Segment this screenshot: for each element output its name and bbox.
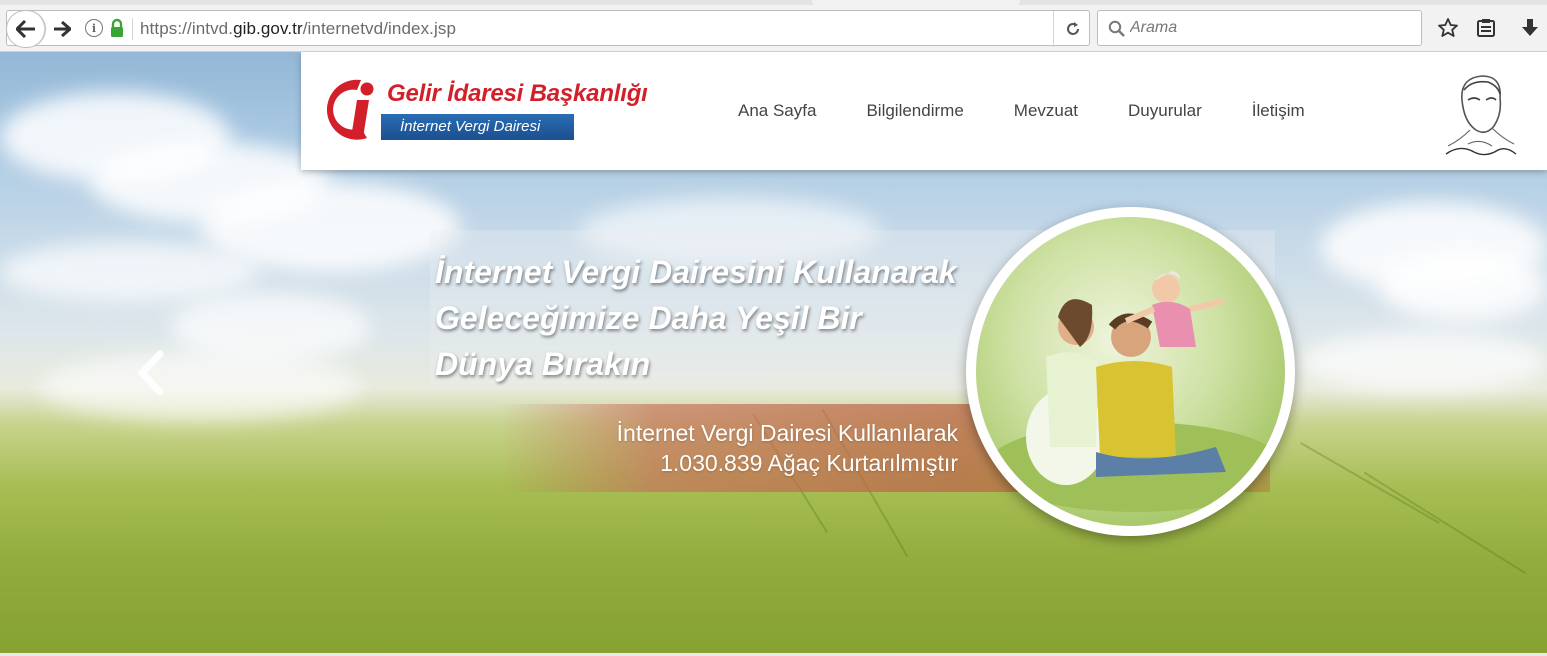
- nav-bilgilendirme[interactable]: Bilgilendirme: [866, 101, 963, 121]
- ataturk-portrait-icon: [1445, 75, 1517, 156]
- site-logo[interactable]: Gelir İdaresi Başkanlığı İnternet Vergi …: [321, 74, 648, 146]
- search-input[interactable]: [1130, 11, 1415, 45]
- browser-toolbar: i https://intvd.gib.gov.tr/internetvd/in…: [0, 0, 1547, 52]
- page-viewport: Gelir İdaresi Başkanlığı İnternet Vergi …: [0, 52, 1547, 653]
- search-bar[interactable]: [1097, 10, 1422, 46]
- lock-icon[interactable]: [109, 18, 125, 38]
- cloud: [1300, 332, 1547, 392]
- logo-title: Gelir İdaresi Başkanlığı: [387, 80, 648, 107]
- logo-subtitle: İnternet Vergi Dairesi: [381, 114, 574, 140]
- downloads-button[interactable]: [1514, 12, 1546, 44]
- reload-icon: [1066, 22, 1079, 35]
- back-button[interactable]: [7, 11, 45, 47]
- search-icon: [1108, 20, 1125, 37]
- reading-list-button[interactable]: [1470, 12, 1502, 44]
- family-photo-image: [976, 217, 1285, 526]
- nav-ana-sayfa[interactable]: Ana Sayfa: [738, 101, 816, 121]
- main-nav: Ana Sayfa Bilgilendirme Mevzuat Duyurula…: [738, 101, 1355, 121]
- site-header: Gelir İdaresi Başkanlığı İnternet Vergi …: [301, 52, 1547, 170]
- reload-button[interactable]: [1053, 11, 1091, 47]
- download-arrow-icon: [1522, 19, 1538, 36]
- arrow-left-icon: [15, 20, 35, 38]
- tab-strip: [0, 0, 1547, 5]
- nav-mevzuat[interactable]: Mevzuat: [1014, 101, 1078, 121]
- counter-line: İnternet Vergi Dairesi Kullanılarak: [616, 420, 958, 446]
- field-furrow: [1300, 442, 1440, 524]
- url-path: /internetvd/index.jsp: [302, 19, 457, 38]
- family-photo: [966, 207, 1295, 536]
- bookmark-button[interactable]: [1432, 12, 1464, 44]
- clipboard-icon: [1477, 19, 1495, 37]
- forward-button[interactable]: [47, 11, 77, 47]
- cloud: [40, 352, 360, 422]
- headline-line: Dünya Bırakın: [435, 346, 651, 382]
- arrow-right-icon: [54, 21, 71, 37]
- counter-line: 1.030.839 Ağaç Kurtarılmıştır: [660, 450, 958, 476]
- nav-duyurular[interactable]: Duyurular: [1128, 101, 1202, 121]
- active-tab[interactable]: [812, 0, 1020, 5]
- chevron-left-icon[interactable]: [134, 350, 170, 396]
- cloud: [0, 242, 260, 302]
- divider: [132, 18, 133, 40]
- url-prefix: https://intvd.: [140, 19, 234, 38]
- family-illustration: [986, 271, 1285, 512]
- tree-counter-text: İnternet Vergi Dairesi Kullanılarak 1.03…: [617, 418, 958, 478]
- nav-iletisim[interactable]: İletişim: [1252, 101, 1305, 121]
- url-text[interactable]: https://intvd.gib.gov.tr/internetvd/inde…: [140, 19, 456, 39]
- field-furrow: [1363, 471, 1527, 575]
- headline-line: İnternet Vergi Dairesini Kullanarak: [435, 254, 957, 290]
- gib-logo-icon: [326, 79, 374, 140]
- address-bar[interactable]: i https://intvd.gib.gov.tr/internetvd/in…: [6, 10, 1091, 47]
- headline-line: Geleceğimize Daha Yeşil Bir: [435, 300, 862, 336]
- url-domain: gib.gov.tr: [233, 19, 303, 38]
- star-icon: [1438, 18, 1458, 37]
- hero-headline: İnternet Vergi Dairesini Kullanarak Gele…: [435, 249, 957, 387]
- info-icon[interactable]: i: [85, 19, 103, 37]
- cloud: [1380, 252, 1547, 322]
